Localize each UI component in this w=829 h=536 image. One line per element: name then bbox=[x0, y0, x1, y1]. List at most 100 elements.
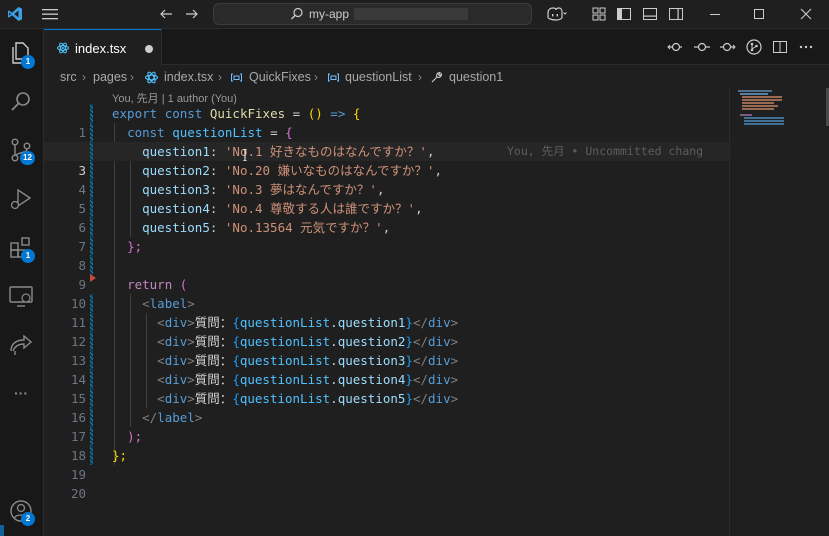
keyword: return bbox=[127, 277, 173, 292]
activity-explorer[interactable]: 1 bbox=[7, 39, 35, 69]
git-next-change-icon[interactable] bbox=[720, 39, 736, 55]
code-line: 14 <div>質問：{questionList.question3}</div… bbox=[44, 351, 729, 387]
vscode-logo-icon[interactable] bbox=[7, 6, 23, 22]
jsx-tag: div bbox=[428, 315, 451, 330]
toggle-secondary-sidebar-icon[interactable] bbox=[668, 6, 684, 22]
jsx-tag: div bbox=[428, 372, 451, 387]
breadcrumb: src › pages › index.tsx › QuickFixes › q… bbox=[44, 66, 729, 88]
forward-arrow-icon[interactable] bbox=[184, 6, 200, 22]
string-value: 'No.3 夢はなんですか？' bbox=[224, 182, 377, 197]
jsx-tag: div bbox=[164, 372, 188, 387]
property-key: question5 bbox=[337, 391, 406, 406]
extensions-badge: 1 bbox=[21, 249, 35, 263]
close-icon[interactable] bbox=[796, 4, 816, 24]
wrench-icon bbox=[431, 71, 443, 83]
minimize-icon[interactable] bbox=[705, 4, 725, 24]
more-actions-icon[interactable] bbox=[798, 39, 814, 55]
minimap-line bbox=[740, 93, 768, 95]
maximize-icon[interactable] bbox=[749, 4, 769, 24]
jsx-tag: div bbox=[164, 391, 188, 406]
split-editor-icon[interactable] bbox=[772, 39, 788, 55]
run-debug-icon bbox=[10, 188, 32, 210]
brace: { bbox=[285, 125, 293, 140]
code-line: 1 export const QuickFixes = () => { bbox=[44, 104, 729, 140]
activity-run-debug[interactable] bbox=[7, 185, 35, 213]
operator: = bbox=[285, 106, 308, 121]
property-key: question1 bbox=[142, 144, 210, 159]
activity-remote-explorer[interactable] bbox=[7, 282, 35, 310]
keyword: const bbox=[164, 106, 203, 121]
minimap-line bbox=[742, 99, 782, 101]
breadcrumb-quickfixes[interactable]: QuickFixes bbox=[249, 70, 311, 84]
minimap[interactable] bbox=[729, 88, 829, 536]
editor-tab-bar: index.tsx bbox=[44, 29, 829, 65]
breadcrumb-src[interactable]: src bbox=[60, 70, 77, 84]
gitlens-icon[interactable] bbox=[746, 39, 762, 55]
minimap-line bbox=[744, 123, 784, 125]
property-key: question4 bbox=[142, 201, 210, 216]
activity-extensions[interactable]: 1 bbox=[7, 234, 35, 263]
git-deleted-marker-icon[interactable] bbox=[90, 274, 96, 282]
breadcrumb-question1[interactable]: question1 bbox=[449, 70, 503, 84]
remote-icon bbox=[9, 286, 33, 307]
git-added-marker bbox=[90, 161, 93, 180]
identifier: questionList bbox=[239, 334, 331, 349]
react-file-icon bbox=[145, 71, 158, 84]
git-commit-icon[interactable] bbox=[694, 39, 710, 55]
jsx-tag: div bbox=[164, 353, 188, 368]
jsx-text: 質問： bbox=[194, 334, 233, 349]
activity-search[interactable] bbox=[7, 88, 35, 116]
code-line: 11 <label> bbox=[44, 294, 729, 330]
identifier: questionList bbox=[239, 353, 331, 368]
code-line: 20 bbox=[44, 465, 729, 501]
code-line: 19 }; bbox=[44, 446, 729, 482]
command-center-search[interactable]: my-app bbox=[213, 3, 532, 25]
unsaved-dot-icon[interactable] bbox=[145, 45, 153, 53]
minimap-line bbox=[742, 96, 782, 98]
string-value: 'No.20 嫌いなものはなんですか？' bbox=[224, 163, 435, 178]
search-icon bbox=[11, 92, 30, 111]
explorer-badge: 1 bbox=[21, 55, 35, 69]
code-editor[interactable]: You, 先月 | 1 author (You) 1 export const … bbox=[44, 88, 729, 536]
toggle-panel-icon[interactable] bbox=[642, 6, 658, 22]
brace: }; bbox=[127, 239, 143, 254]
menu-icon[interactable] bbox=[41, 6, 59, 22]
activity-source-control[interactable]: 12 bbox=[7, 136, 35, 165]
toggle-primary-sidebar-icon[interactable] bbox=[616, 6, 632, 22]
code-line: 16 <div>質問：{questionList.question5}</div… bbox=[44, 389, 729, 425]
jsx-tag: label bbox=[149, 296, 188, 311]
identifier: questionList bbox=[239, 391, 331, 406]
code-line: 9 bbox=[44, 256, 729, 292]
activity-live-share[interactable] bbox=[7, 331, 35, 359]
jsx-tag: div bbox=[428, 353, 451, 368]
copilot-icon[interactable] bbox=[545, 6, 567, 22]
breadcrumb-file[interactable]: index.tsx bbox=[164, 70, 213, 84]
tab-index-tsx[interactable]: index.tsx bbox=[44, 29, 162, 65]
accounts-button[interactable]: 2 bbox=[7, 497, 35, 526]
property-key: question5 bbox=[142, 220, 210, 235]
line-number: 20 bbox=[70, 486, 86, 501]
back-arrow-icon[interactable] bbox=[158, 6, 174, 22]
git-compare-icon[interactable] bbox=[667, 39, 683, 55]
minimap-line bbox=[742, 102, 774, 104]
jsx-tag: div bbox=[164, 315, 188, 330]
chevron-right-icon: › bbox=[218, 70, 222, 84]
minimap-line bbox=[742, 108, 774, 110]
variable-icon bbox=[231, 73, 242, 82]
breadcrumb-pages[interactable]: pages bbox=[93, 70, 127, 84]
string-value: 'No.4 尊敬する人は誰ですか？' bbox=[224, 201, 416, 216]
code-line: 10 return ( bbox=[44, 275, 729, 311]
code-line-current: 3 question1: 'No.1 好きなものはなんですか？', You, 先… bbox=[44, 142, 729, 178]
jsx-text: 質問： bbox=[194, 391, 233, 406]
minimap-line bbox=[744, 117, 784, 119]
breadcrumb-questionlist[interactable]: questionList bbox=[345, 70, 412, 84]
code-line: 6 question4: 'No.4 尊敬する人は誰ですか？', bbox=[44, 199, 729, 235]
git-added-marker bbox=[90, 199, 93, 218]
identifier: questionList bbox=[239, 315, 331, 330]
variable-icon bbox=[328, 73, 339, 82]
minimap-line bbox=[742, 105, 778, 107]
activity-more[interactable]: ··· bbox=[7, 379, 35, 407]
code-line: 13 <div>質問：{questionList.question2}</div… bbox=[44, 332, 729, 368]
customize-layout-icon[interactable] bbox=[591, 6, 607, 22]
git-added-marker bbox=[90, 123, 93, 142]
